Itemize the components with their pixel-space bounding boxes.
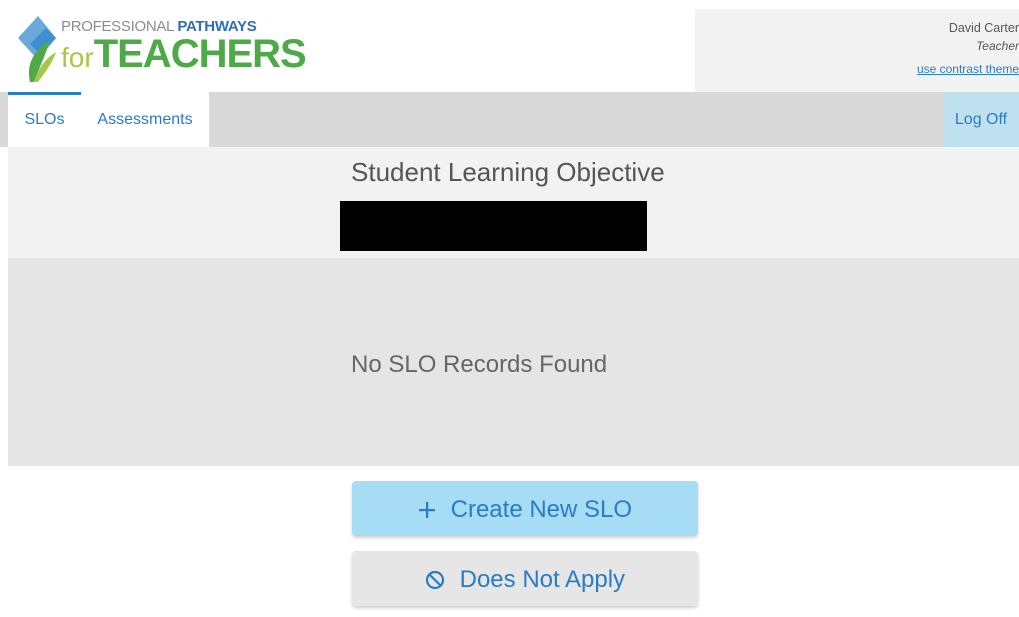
- prohibited-icon: [425, 570, 445, 589]
- logo-word-for: for: [61, 42, 94, 73]
- contrast-theme-link[interactable]: use contrast theme: [917, 62, 1019, 76]
- title-panel: Student Learning Objective: [8, 147, 1019, 258]
- user-role: Teacher: [976, 39, 1019, 53]
- logo-word-teachers: TEACHERS: [93, 32, 307, 76]
- tab-assessments[interactable]: Assessments: [81, 92, 209, 147]
- log-off-button[interactable]: Log Off: [943, 92, 1019, 147]
- redacted-block: [340, 201, 647, 251]
- leaf-logo-icon: [18, 16, 56, 82]
- does-not-apply-button[interactable]: Does Not Apply: [352, 551, 698, 606]
- user-info-panel: David Carter Teacher use contrast theme: [695, 9, 1019, 92]
- create-new-slo-button[interactable]: Create New SLO: [352, 481, 698, 536]
- user-name: David Carter: [948, 21, 1019, 35]
- empty-records-message: No SLO Records Found: [351, 351, 608, 378]
- does-not-apply-label: Does Not Apply: [459, 566, 626, 594]
- page-header: PROFESSIONAL PATHWAYS forTEACHERS David …: [0, 0, 1019, 92]
- main-navigation: SLOs Assessments Log Off: [0, 92, 1019, 147]
- page-title: Student Learning Objective: [351, 157, 665, 187]
- professional-pathways-logo[interactable]: PROFESSIONAL PATHWAYS forTEACHERS: [16, 14, 307, 84]
- slo-records-panel: No SLO Records Found: [8, 258, 1019, 466]
- create-new-slo-label: Create New SLO: [450, 496, 633, 524]
- tab-slos[interactable]: SLOs: [8, 92, 81, 147]
- plus-icon: [418, 501, 435, 518]
